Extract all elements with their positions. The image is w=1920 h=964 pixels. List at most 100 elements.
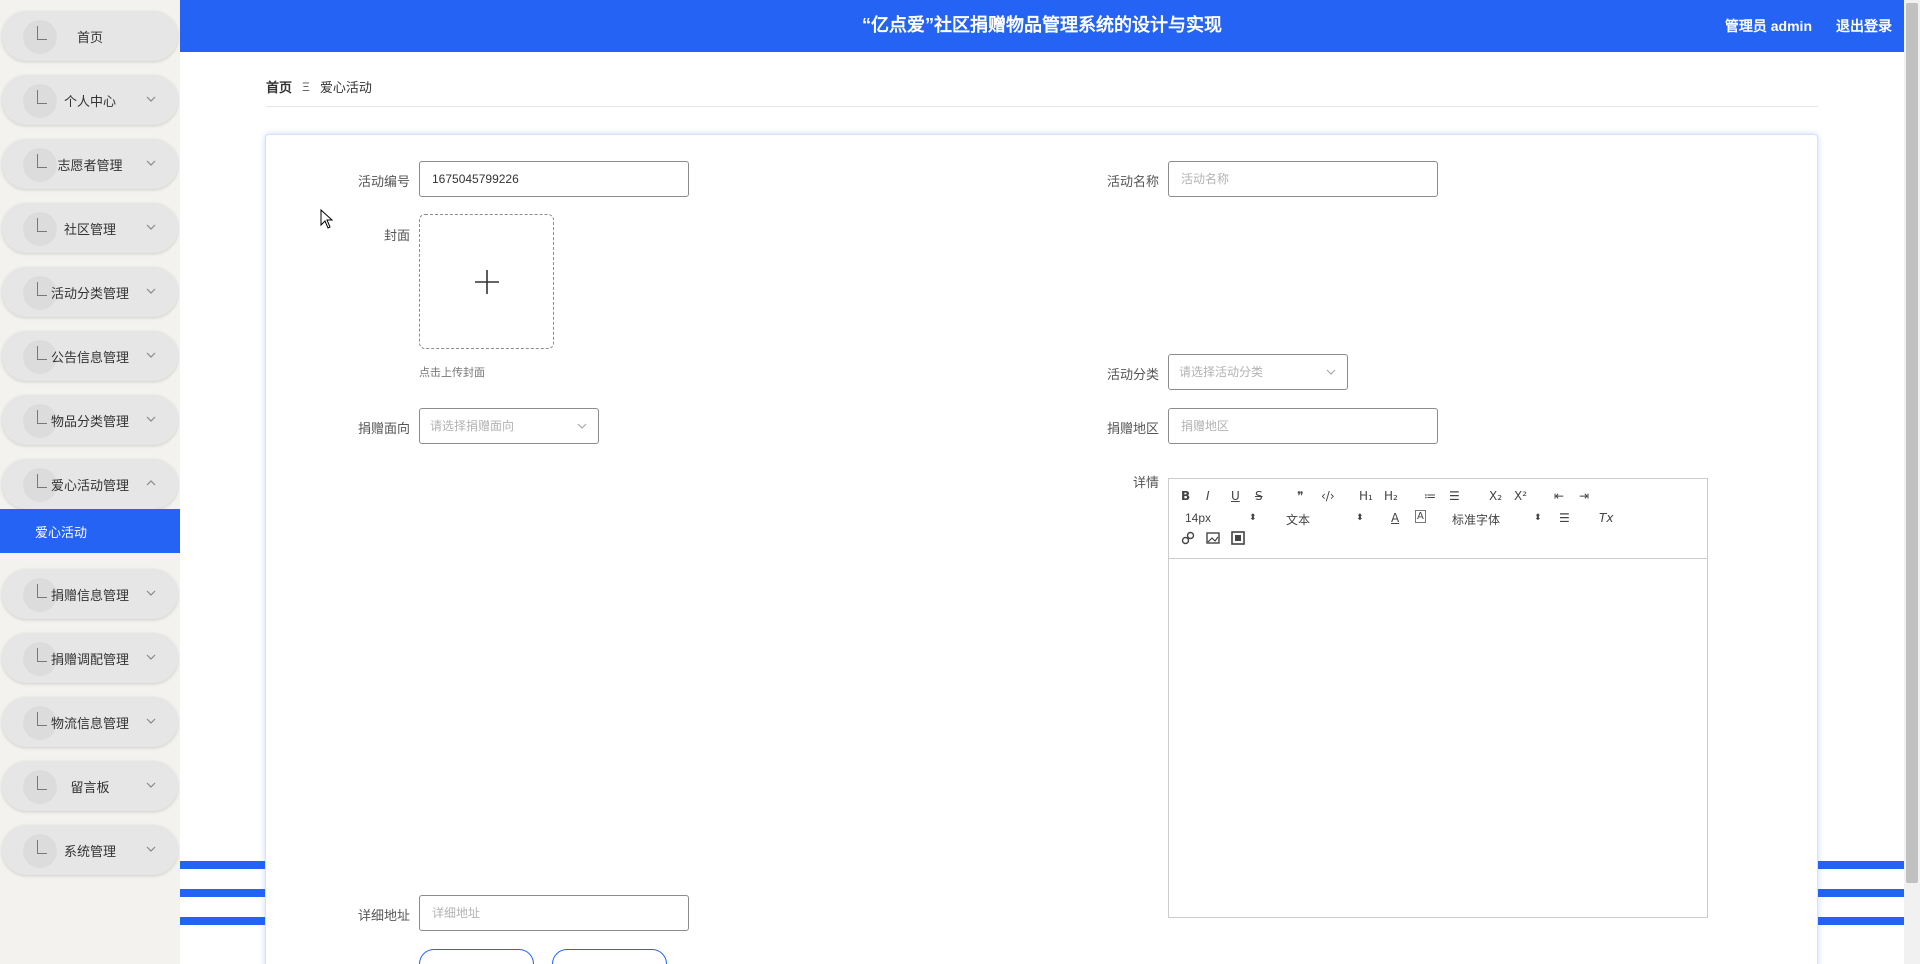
activity-category-placeholder: 请选择活动分类 [1179,365,1264,379]
strike-icon[interactable]: S [1255,489,1263,503]
cover-upload[interactable] [419,214,554,349]
page-scrollbar-thumb[interactable] [1906,3,1918,883]
outdent-icon[interactable]: ⇤ [1554,489,1564,503]
decor-stripe [1818,889,1904,897]
sidebar-item-2[interactable]: 志愿者管理 [2,139,178,189]
font-size-select[interactable]: 14px ⬍ [1185,511,1257,525]
editor-content-area[interactable] [1169,560,1707,917]
menu-bubble-mark [37,474,47,488]
align-icon[interactable]: ☰ [1559,511,1570,525]
decor-stripe [180,861,266,869]
sidebar-item-8[interactable]: 捐赠信息管理 [2,569,178,619]
activity-category-select[interactable]: 请选择活动分类 [1168,354,1348,390]
h1-icon[interactable]: H₁ [1359,489,1373,503]
menu-bubble-mark [37,712,47,726]
sidebar-item-label: 公告信息管理 [50,349,129,365]
breadcrumb: 首页 Ξ 爱心活动 [266,77,372,96]
donation-area-input[interactable]: 捐赠地区 [1168,408,1438,444]
sidebar-item-10[interactable]: 物流信息管理 [2,697,178,747]
font-family-select[interactable]: 标准字体 ⬍ [1452,511,1542,528]
sidebar-item-6[interactable]: 物品分类管理 [2,395,178,445]
menu-bubble-mark [37,26,47,40]
sidebar-subitem-active[interactable]: 爱心活动 [0,509,180,553]
bold-icon[interactable]: B [1181,489,1190,503]
breadcrumb-home[interactable]: 首页 [266,77,292,96]
sidebar-item-label: 物流信息管理 [50,715,129,731]
activity-name-input[interactable]: 活动名称 [1168,161,1438,197]
sidebar-item-4[interactable]: 活动分类管理 [2,267,178,317]
details-label: 详情 [1132,475,1159,490]
font-color-icon[interactable]: A [1391,511,1399,525]
plus-icon [474,269,499,294]
font-family-value: 标准字体 [1452,513,1501,527]
chevron-down-icon [146,96,156,102]
menu-bubble-mark [37,154,47,168]
activity-no-input[interactable]: 1675045799226 [419,161,689,197]
subscript-icon[interactable]: X₂ [1489,489,1502,503]
sidebar-item-label: 物品分类管理 [50,413,129,429]
menu-bubble-icon [23,770,57,804]
select-arrows-icon: ⬍ [1534,512,1542,522]
sidebar-item-label: 捐赠信息管理 [50,587,129,603]
sidebar-item-0[interactable]: 首页 [2,11,178,61]
superscript-icon[interactable]: X² [1514,489,1527,503]
sidebar-item-label: 社区管理 [63,221,116,237]
menu-bubble-mark [37,840,47,854]
activity-category-label: 活动分类 [1106,367,1159,382]
sidebar-item-9[interactable]: 捐赠调配管理 [2,633,178,683]
breadcrumb-current: 爱心活动 [319,80,372,95]
background-color-icon[interactable]: A [1415,510,1426,523]
menu-bubble-mark [37,218,47,232]
indent-icon[interactable]: ⇥ [1579,489,1589,503]
italic-icon[interactable]: I [1206,489,1210,503]
top-header: “亿点爱”社区捐赠物品管理系统的设计与实现 管理员 admin 退出登录 [180,0,1904,52]
activity-name-label: 活动名称 [1106,174,1159,189]
code-icon[interactable]: ‹/› [1321,489,1335,503]
donation-target-select[interactable]: 请选择捐赠面向 [419,408,599,444]
sidebar-item-5[interactable]: 公告信息管理 [2,331,178,381]
chevron-down-icon [146,352,156,358]
paragraph-select[interactable]: 文本 ⬍ [1286,511,1366,528]
sidebar-item-11[interactable]: 留言板 [2,761,178,811]
image-icon[interactable] [1206,531,1220,548]
chevron-down-icon [146,654,156,660]
video-icon[interactable] [1231,531,1245,548]
rich-text-editor: 14px ⬍ 文本 ⬍ A A 标准字体 ⬍ ☰ Tx B I U S ❞ ‹/› H₁ H₂… [1168,478,1708,918]
address-input[interactable]: 详细地址 [419,895,689,931]
sidebar-item-label: 捐赠调配管理 [50,651,129,667]
donation-target-placeholder: 请选择捐赠面向 [430,419,515,433]
cancel-button[interactable] [552,949,667,964]
ordered-list-icon[interactable]: ≔ [1424,489,1436,503]
blockquote-icon[interactable]: ❞ [1297,489,1303,503]
sidebar-item-label: 活动分类管理 [50,285,129,301]
logout-link[interactable]: 退出登录 [1836,16,1892,36]
sidebar-item-label: 首页 [76,29,103,45]
link-icon[interactable] [1181,531,1195,548]
menu-bubble-mark [37,410,47,424]
menu-bubble-mark [37,346,47,360]
chevron-down-icon [146,718,156,724]
clean-format-icon[interactable]: Tx [1599,511,1613,525]
chevron-down-icon [146,416,156,422]
menu-bubble-icon [23,834,57,868]
h2-icon[interactable]: H₂ [1384,489,1398,503]
menu-bubble-icon [23,20,57,54]
chevron-down-icon [146,224,156,230]
user-label: 管理员 admin [1724,18,1812,34]
menu-bubble-mark [37,282,47,296]
menu-bubble-icon [23,84,57,118]
sidebar-item-12[interactable]: 系统管理 [2,825,178,875]
menu-bubble-icon [23,148,57,182]
submit-button[interactable] [419,949,534,964]
donation-area-label: 捐赠地区 [1106,421,1159,436]
underline-icon[interactable]: U [1231,489,1240,503]
sidebar-item-label: 爱心活动管理 [50,477,129,493]
sidebar-item-7[interactable]: 爱心活动管理 [2,459,178,509]
paragraph-value: 文本 [1286,513,1311,527]
menu-bubble-icon [23,212,57,246]
sidebar-item-1[interactable]: 个人中心 [2,75,178,125]
sidebar-item-label: 系统管理 [63,843,116,859]
sidebar-item-3[interactable]: 社区管理 [2,203,178,253]
sidebar-item-label: 留言板 [70,779,110,795]
bullet-list-icon[interactable]: ☰ [1449,489,1460,503]
